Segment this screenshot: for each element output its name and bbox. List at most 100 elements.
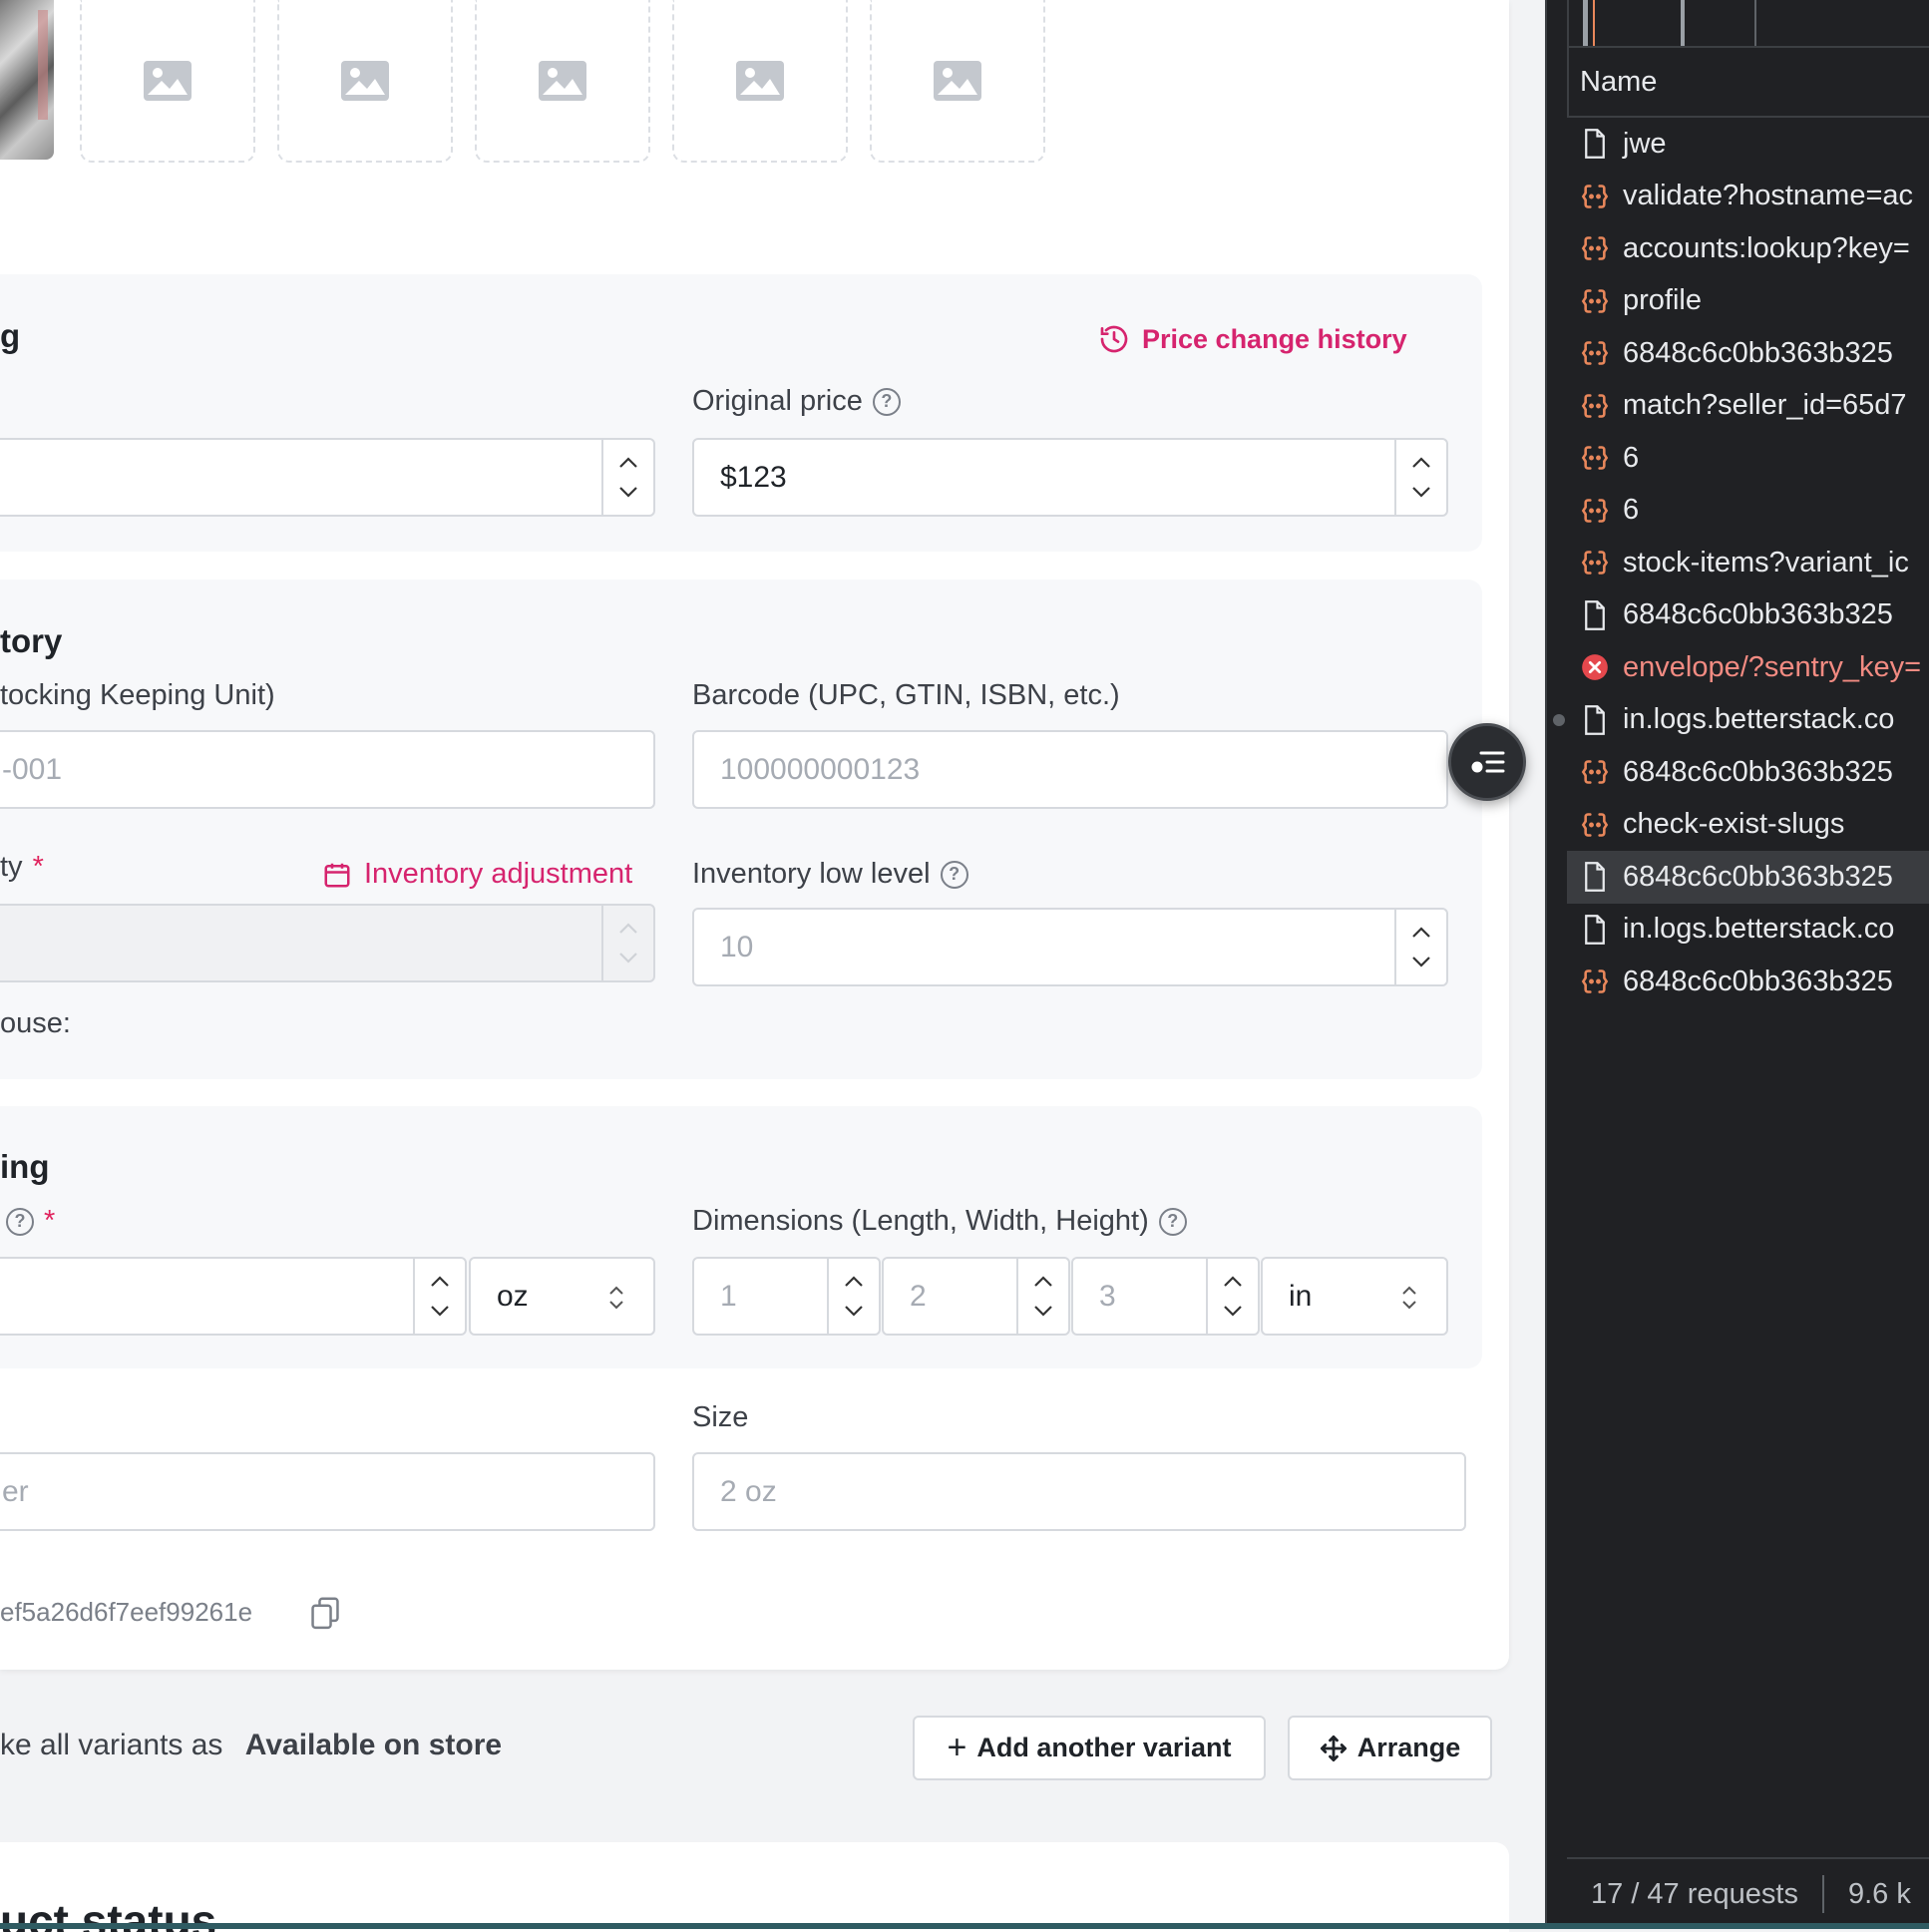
arrange-button[interactable]: Arrange [1288,1716,1492,1780]
weight-unit-select[interactable]: oz [469,1257,655,1336]
chevron-up-icon[interactable] [1411,926,1431,940]
chevron-up-icon[interactable] [618,456,638,470]
chevron-down-icon[interactable] [1223,1304,1243,1318]
request-row[interactable]: 6848c6c0bb363b325 [1567,956,1929,1008]
mark-all-variants-text: ke all variants as Available on store [0,1729,502,1762]
help-icon[interactable]: ? [1158,1207,1187,1236]
request-row[interactable]: stock-items?variant_ic [1567,537,1929,589]
dimensions-label-text: Dimensions (Length, Width, Height) [692,1205,1149,1237]
original-price-input[interactable]: $123 [692,438,1448,517]
quantity-input [0,904,655,982]
timeline-bar [1583,0,1588,46]
empty-image-slot[interactable] [475,0,650,163]
low-level-input[interactable]: 10 [692,908,1448,986]
fetch-icon [1581,812,1609,837]
request-row[interactable]: in.logs.betterstack.co [1567,694,1929,747]
request-row[interactable]: envelope/?sentry_key= [1567,641,1929,694]
low-level-stepper[interactable] [1394,910,1446,984]
size-input[interactable]: 2 oz [692,1452,1466,1531]
request-row[interactable]: 6848c6c0bb363b325 [1567,851,1929,904]
chevron-down-icon[interactable] [1033,1304,1053,1318]
request-row[interactable]: check-exist-slugs [1567,799,1929,852]
network-summary-bar: 17 / 47 requests 9.6 k [1567,1857,1929,1929]
chevron-up-icon[interactable] [844,1275,864,1289]
request-name: 6848c6c0bb363b325 [1623,336,1893,369]
required-marker: * [32,851,44,883]
size-label: Size [692,1401,749,1433]
original-price-stepper[interactable] [1394,440,1446,515]
document-icon [1585,862,1605,893]
sku-input[interactable]: -001 [0,730,655,809]
empty-image-slot[interactable] [277,0,453,163]
add-another-variant-button[interactable]: + Add another variant [913,1716,1266,1780]
option-placeholder: er [2,1474,29,1508]
request-row[interactable]: accounts:lookup?key= [1567,222,1929,275]
weight-input[interactable] [0,1257,467,1336]
empty-image-slot[interactable] [672,0,848,163]
request-name: 6848c6c0bb363b325 [1623,965,1893,997]
empty-image-slot[interactable] [870,0,1045,163]
chevron-up-icon[interactable] [1223,1275,1243,1289]
request-row[interactable]: in.logs.betterstack.co [1567,904,1929,957]
chevron-up-icon[interactable] [1411,456,1431,470]
chevron-up-icon[interactable] [430,1275,450,1289]
panel-resize-handle[interactable] [1553,714,1565,726]
help-icon[interactable]: ? [872,387,901,416]
help-icon[interactable]: ? [940,860,968,889]
request-name: 6 [1623,441,1640,474]
transfer-size: 9.6 k [1847,1877,1911,1910]
timeline-overview[interactable] [1567,0,1929,48]
dimensions-label: Dimensions (Length, Width, Height) ? [692,1205,1187,1238]
dimension-unit-select[interactable]: in [1261,1257,1448,1336]
chevron-down-icon[interactable] [1411,485,1431,499]
floating-menu-button[interactable] [1448,723,1526,801]
empty-image-slot[interactable] [80,0,255,163]
chevron-down-icon[interactable] [844,1304,864,1318]
variant-id: ef5a26d6f7eef99261e [0,1597,253,1627]
request-row[interactable]: validate?hostname=ac [1567,171,1929,223]
fetch-icon [1581,969,1609,994]
request-row[interactable]: 6 [1567,485,1929,538]
chevron-down-icon[interactable] [1411,955,1431,968]
height-stepper[interactable] [1206,1259,1258,1334]
image-placeholder-icon [539,60,586,101]
devtools-network-panel: Name jwe validate?hostname=ac accounts:loo… [1545,0,1929,1929]
option-input[interactable]: er [0,1452,655,1531]
request-row[interactable]: 6848c6c0bb363b325 [1567,746,1929,799]
width-stepper[interactable] [1016,1259,1068,1334]
chevron-down-icon[interactable] [430,1304,450,1318]
fetch-icon [1581,551,1609,576]
inventory-adjustment-link[interactable]: Inventory adjustment [322,858,632,891]
sku-placeholder: -001 [2,752,63,786]
price-input[interactable] [0,438,655,517]
weight-unit-value: oz [497,1279,529,1313]
request-row[interactable]: profile [1567,275,1929,328]
copy-icon[interactable] [308,1596,342,1632]
height-input[interactable]: 3 [1071,1257,1260,1336]
request-row[interactable]: 6 [1567,432,1929,485]
weight-label: ? * [6,1205,55,1238]
image-placeholder-icon [736,60,784,101]
request-row[interactable]: 6848c6c0bb363b325 [1567,327,1929,380]
request-count: 17 / 47 requests [1591,1877,1798,1910]
length-input[interactable]: 1 [692,1257,881,1336]
barcode-label: Barcode (UPC, GTIN, ISBN, etc.) [692,679,1120,711]
length-stepper[interactable] [827,1259,879,1334]
low-level-placeholder: 10 [720,930,754,964]
weight-stepper[interactable] [413,1259,465,1334]
available-on-store-option[interactable]: Available on store [245,1729,502,1761]
chevron-up-icon[interactable] [1033,1275,1053,1289]
dimension-unit-value: in [1289,1279,1313,1313]
sku-label: tocking Keeping Unit) [0,679,275,711]
request-row[interactable]: 6848c6c0bb363b325 [1567,589,1929,642]
width-input[interactable]: 2 [882,1257,1070,1336]
request-row[interactable]: match?seller_id=65d7 [1567,380,1929,433]
help-icon[interactable]: ? [6,1207,34,1236]
barcode-input[interactable]: 100000000123 [692,730,1448,809]
price-stepper[interactable] [601,440,653,515]
name-column-header[interactable]: Name [1567,48,1929,118]
request-row[interactable]: jwe [1567,118,1929,171]
product-photo-thumbnail[interactable] [0,0,54,160]
price-change-history-link[interactable]: Price change history [1098,323,1407,355]
chevron-down-icon[interactable] [618,485,638,499]
